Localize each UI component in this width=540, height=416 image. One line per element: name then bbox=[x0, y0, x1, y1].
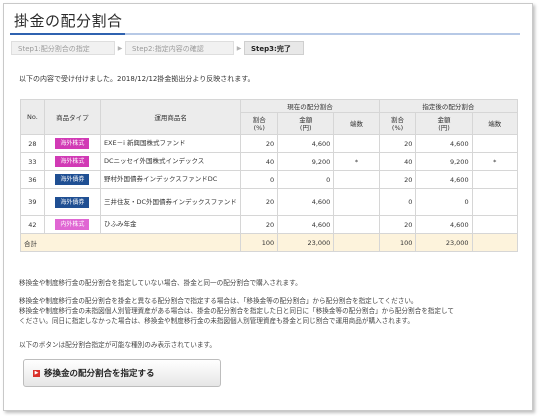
step-2: Step2:指定内容の確認 bbox=[125, 41, 234, 55]
row-cur-ratio: 0 bbox=[240, 170, 279, 189]
row-cur-fraction bbox=[333, 188, 380, 216]
row-cur-ratio: 20 bbox=[240, 134, 279, 153]
row-no: 36 bbox=[20, 170, 45, 189]
row-new-amount: 4,600 bbox=[415, 170, 473, 189]
row-new-ratio: 20 bbox=[378, 134, 417, 153]
row-new-amount: 9,200 bbox=[415, 152, 473, 171]
info-line: 移換金や制度移行金の未指図個人別管理資産がある場合は、掛金の配分割合を指定した日… bbox=[19, 307, 454, 315]
row-new-fraction bbox=[471, 215, 519, 234]
table-row: 39 海外債券 三井住友・DC外国債券インデックスファンド 20 4,600 0… bbox=[20, 188, 519, 216]
col-group-designated: 指定後の配分割合 bbox=[378, 99, 519, 113]
row-no: 28 bbox=[20, 134, 45, 153]
col-new-fraction: 端数 bbox=[471, 112, 519, 135]
title-divider-accent bbox=[10, 33, 125, 35]
row-product-name: EXE－i 新興国株式ファンド bbox=[99, 134, 242, 153]
specify-transfer-allocation-button[interactable]: ▶ 移換金の配分割合を指定する bbox=[23, 359, 221, 387]
step-indicator: Step1:配分割合の指定 ▶ Step2:指定内容の確認 ▶ Step3:完了 bbox=[11, 41, 304, 55]
type-badge: 内外株式 bbox=[55, 219, 90, 230]
row-product-name: 野村外国債券インデックスファンドDC bbox=[99, 170, 242, 189]
row-type: 内外株式 bbox=[43, 215, 101, 234]
row-cur-fraction bbox=[333, 215, 380, 234]
table-row: 33 海外株式 DCニッセイ外国株式インデックス 40 9,200 * 40 9… bbox=[20, 152, 519, 171]
row-new-amount: 4,600 bbox=[415, 215, 473, 234]
total-new-fraction bbox=[471, 233, 519, 252]
table-header-row: No. 商品タイプ 運用商品名 現在の配分割合 指定後の配分割合 bbox=[20, 99, 519, 135]
row-new-amount: 0 bbox=[415, 188, 473, 216]
step-arrow-icon: ▶ bbox=[117, 44, 123, 52]
row-new-ratio: 0 bbox=[378, 188, 417, 216]
row-new-fraction bbox=[471, 134, 519, 153]
table-row: 36 海外債券 野村外国債券インデックスファンドDC 0 0 20 4,600 bbox=[20, 170, 519, 189]
info-line: ください。同日に指定しなかった場合は、移換金や制度移行金の未指図個人別管理資産も… bbox=[19, 317, 414, 325]
total-cur-amount: 23,000 bbox=[277, 233, 335, 252]
row-cur-ratio: 40 bbox=[240, 152, 279, 171]
col-no: No. bbox=[20, 99, 45, 135]
row-type: 海外株式 bbox=[43, 134, 101, 153]
table-row: 42 内外株式 ひふみ年金 20 4,600 20 4,600 bbox=[20, 215, 519, 234]
row-type: 海外債券 bbox=[43, 188, 101, 216]
total-label: 合計 bbox=[19, 233, 242, 252]
table-row: 28 海外株式 EXE－i 新興国株式ファンド 20 4,600 20 4,60… bbox=[20, 134, 519, 153]
row-cur-fraction bbox=[333, 134, 380, 153]
info-line: 移換金や制度移行金の配分割合を掛金と異なる配分割合で指定する場合は、「移換金等の… bbox=[19, 297, 418, 305]
row-cur-amount: 9,200 bbox=[277, 152, 335, 171]
row-cur-amount: 0 bbox=[277, 170, 335, 189]
row-type: 海外債券 bbox=[43, 170, 101, 189]
col-cur-ratio: 割合 (%) bbox=[240, 112, 279, 135]
col-type: 商品タイプ bbox=[43, 99, 101, 135]
row-type: 海外株式 bbox=[43, 152, 101, 171]
row-no: 42 bbox=[20, 215, 45, 234]
step-3-current: Step3:完了 bbox=[244, 41, 304, 55]
row-cur-amount: 4,600 bbox=[277, 188, 335, 216]
type-badge: 海外株式 bbox=[55, 138, 90, 149]
step-1: Step1:配分割合の指定 bbox=[11, 41, 115, 55]
row-product-name: DCニッセイ外国株式インデックス bbox=[99, 152, 242, 171]
total-new-ratio: 100 bbox=[378, 233, 417, 252]
row-cur-amount: 4,600 bbox=[277, 215, 335, 234]
col-cur-fraction: 端数 bbox=[333, 112, 380, 135]
row-cur-ratio: 20 bbox=[240, 188, 279, 216]
info-text-transfer: 移換金や制度移行金の配分割合を掛金と異なる配分割合で指定する場合は、「移換金等の… bbox=[19, 296, 524, 326]
total-cur-fraction bbox=[333, 233, 380, 252]
info-text-button-note: 以下のボタンは配分割合指定が可能な種別のみ表示されています。 bbox=[19, 341, 216, 349]
row-cur-ratio: 20 bbox=[240, 215, 279, 234]
page-title: 掛金の配分割合 bbox=[14, 12, 123, 30]
type-badge: 海外債券 bbox=[55, 196, 90, 208]
row-new-amount: 4,600 bbox=[415, 134, 473, 153]
row-cur-amount: 4,600 bbox=[277, 134, 335, 153]
col-group-current: 現在の配分割合 bbox=[240, 99, 380, 113]
row-new-ratio: 20 bbox=[378, 170, 417, 189]
col-new-amount: 金額 (円) bbox=[415, 112, 473, 135]
row-product-name: 三井住友・DC外国債券インデックスファンド bbox=[99, 188, 242, 216]
allocation-table: No. 商品タイプ 運用商品名 現在の配分割合 指定後の配分割合 割合 (%) 金… bbox=[19, 99, 519, 252]
row-new-fraction bbox=[471, 170, 519, 189]
type-badge: 海外債券 bbox=[55, 174, 90, 185]
total-new-amount: 23,000 bbox=[415, 233, 473, 252]
type-badge: 海外株式 bbox=[55, 156, 90, 167]
row-no: 33 bbox=[20, 152, 45, 171]
row-new-ratio: 20 bbox=[378, 215, 417, 234]
row-product-name: ひふみ年金 bbox=[99, 215, 242, 234]
button-label: 移換金の配分割合を指定する bbox=[44, 369, 155, 379]
page-frame: 掛金の配分割合 Step1:配分割合の指定 ▶ Step2:指定内容の確認 ▶ … bbox=[3, 3, 533, 411]
col-new-ratio: 割合 (%) bbox=[378, 112, 417, 135]
col-cur-amount: 金額 (円) bbox=[277, 112, 335, 135]
col-product: 運用商品名 bbox=[99, 99, 242, 135]
total-cur-ratio: 100 bbox=[240, 233, 279, 252]
row-cur-fraction bbox=[333, 170, 380, 189]
step-arrow-icon: ▶ bbox=[236, 44, 242, 52]
acceptance-notice: 以下の内容で受け付けました。2018/12/12掛金拠出分より反映されます。 bbox=[19, 75, 255, 83]
row-new-fraction: * bbox=[471, 152, 519, 171]
row-new-fraction bbox=[471, 188, 519, 216]
row-no: 39 bbox=[20, 188, 45, 216]
row-new-ratio: 40 bbox=[378, 152, 417, 171]
info-text-default-allocation: 移換金や制度移行金の配分割合を指定していない場合、掛金と同一の配分割合で購入され… bbox=[19, 279, 302, 287]
table-total-row: 合計 100 23,000 100 23,000 bbox=[19, 233, 519, 252]
row-cur-fraction: * bbox=[333, 152, 380, 171]
arrow-right-icon: ▶ bbox=[33, 369, 40, 377]
